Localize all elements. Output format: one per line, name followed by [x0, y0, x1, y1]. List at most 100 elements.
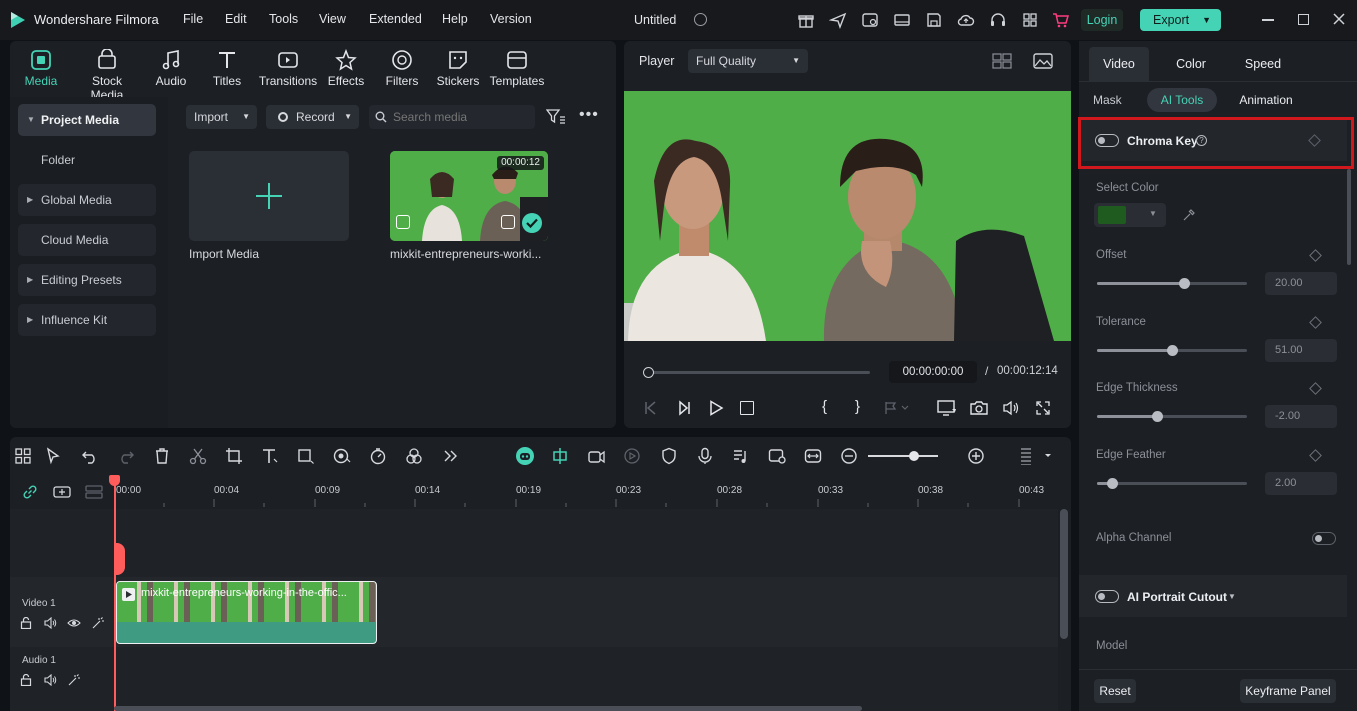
tab-media[interactable]: Media	[10, 41, 72, 93]
edge-thickness-keyframe-icon[interactable]	[1309, 382, 1322, 395]
mark-in-icon[interactable]: {	[822, 398, 827, 415]
zoom-in-icon[interactable]	[967, 447, 985, 465]
snapshot-image-icon[interactable]	[1033, 52, 1053, 70]
volume-icon[interactable]	[1002, 400, 1020, 416]
subtab-mask[interactable]: Mask	[1093, 89, 1133, 111]
edge-feather-keyframe-icon[interactable]	[1309, 449, 1322, 462]
save-icon[interactable]	[925, 11, 943, 29]
offset-slider[interactable]	[1097, 278, 1247, 289]
track-manager-icon[interactable]	[85, 484, 103, 500]
monitor-icon[interactable]	[893, 11, 911, 29]
key-color-picker[interactable]: ▼	[1094, 203, 1166, 227]
cart-icon[interactable]	[1052, 11, 1070, 29]
zoom-out-icon[interactable]	[840, 447, 858, 465]
minimize-icon[interactable]	[1262, 19, 1274, 21]
ai-portrait-cutout-toggle[interactable]	[1095, 590, 1119, 603]
sidebar-item-project-media[interactable]: ▼ Project Media	[18, 104, 156, 136]
render-preview-icon[interactable]	[623, 447, 641, 465]
chroma-key-toggle[interactable]	[1095, 134, 1119, 147]
playhead-knob[interactable]	[643, 367, 654, 378]
ai-assistant-icon[interactable]	[515, 446, 535, 466]
auto-reframe-icon[interactable]	[587, 447, 605, 465]
previous-frame-icon[interactable]	[643, 400, 659, 416]
menu-version[interactable]: Version	[490, 12, 532, 26]
export-button[interactable]: Export ▼	[1140, 9, 1221, 31]
cloud-upload-icon[interactable]	[957, 11, 975, 29]
alpha-channel-toggle[interactable]	[1312, 532, 1336, 545]
sidebar-item-influence-kit[interactable]: ▶ Influence Kit	[18, 304, 156, 336]
import-button[interactable]: Import ▼	[186, 105, 257, 129]
snap-magnet-icon[interactable]	[551, 447, 569, 465]
pip-image-icon[interactable]	[768, 447, 786, 465]
zoom-slider-knob[interactable]	[908, 451, 919, 461]
speed-timer-icon[interactable]	[369, 447, 387, 465]
help-question-icon[interactable]: ?	[1196, 135, 1207, 146]
edge-feather-slider-knob[interactable]	[1107, 478, 1118, 489]
gift-icon[interactable]	[797, 11, 815, 29]
select-pointer-icon[interactable]	[45, 447, 63, 465]
track-effect-wand-icon[interactable]	[92, 617, 104, 629]
offset-value-field[interactable]: 20.00	[1265, 272, 1337, 295]
camera-snapshot-icon[interactable]	[970, 400, 988, 416]
color-circles-icon[interactable]	[405, 447, 423, 465]
tolerance-value-field[interactable]: 51.00	[1265, 339, 1337, 362]
tab-transitions[interactable]: Transitions	[255, 41, 321, 93]
tab-stickers[interactable]: Stickers	[428, 41, 488, 93]
subtab-ai-tools[interactable]: AI Tools	[1147, 88, 1217, 112]
edge-thickness-slider[interactable]	[1097, 411, 1247, 422]
search-box[interactable]	[369, 105, 535, 129]
audio-track-lock-icon[interactable]	[20, 674, 32, 686]
undo-icon[interactable]	[81, 447, 99, 465]
link-icon[interactable]	[22, 484, 38, 500]
fullscreen-icon[interactable]	[1035, 400, 1051, 416]
playhead-handle[interactable]	[109, 475, 120, 486]
sidebar-item-cloud-media[interactable]: Cloud Media	[18, 224, 156, 256]
play-icon[interactable]	[708, 400, 724, 416]
tab-titles[interactable]: Titles	[196, 41, 258, 93]
track-height-icon[interactable]	[1017, 447, 1051, 465]
marker-flag-icon[interactable]	[884, 401, 912, 415]
tolerance-slider-knob[interactable]	[1167, 345, 1178, 356]
track-mute-icon[interactable]	[44, 617, 57, 629]
tab-templates[interactable]: Templates	[485, 41, 549, 93]
shield-mask-icon[interactable]	[660, 447, 678, 465]
keyframe-panel-button[interactable]: Keyframe Panel	[1240, 679, 1336, 703]
video-clip[interactable]: mixkit-entrepreneurs-working-in-the-offi…	[116, 581, 377, 644]
shape-icon[interactable]	[297, 447, 315, 465]
headset-icon[interactable]	[989, 11, 1007, 29]
tolerance-slider[interactable]	[1097, 345, 1247, 356]
offset-slider-knob[interactable]	[1179, 278, 1190, 289]
menu-tools[interactable]: Tools	[269, 12, 298, 26]
sidebar-item-folder[interactable]: Folder	[18, 144, 156, 176]
display-settings-icon[interactable]	[937, 400, 957, 416]
audio-track-mute-icon[interactable]	[44, 674, 57, 686]
right-panel-scrollbar[interactable]	[1347, 169, 1351, 265]
tab-video[interactable]: Video	[1089, 47, 1149, 81]
menu-extended[interactable]: Extended	[369, 12, 422, 26]
zoom-slider[interactable]	[868, 451, 938, 461]
media-clip-thumbnail[interactable]: 00:00:12	[390, 151, 548, 241]
playhead-marker-tab[interactable]	[114, 543, 125, 575]
crop-icon[interactable]	[225, 447, 243, 465]
delete-trash-icon[interactable]	[153, 447, 171, 465]
tab-filters[interactable]: Filters	[372, 41, 432, 93]
tab-audio[interactable]: Audio	[140, 41, 202, 93]
tolerance-keyframe-icon[interactable]	[1309, 316, 1322, 329]
filter-sort-icon[interactable]	[546, 108, 566, 126]
edge-feather-value-field[interactable]: 2.00	[1265, 472, 1337, 495]
menu-view[interactable]: View	[319, 12, 346, 26]
tab-stock-media[interactable]: Stock Media	[74, 41, 140, 102]
tab-speed[interactable]: Speed	[1229, 47, 1297, 81]
mark-out-icon[interactable]: }	[855, 398, 860, 415]
audio-track-effect-icon[interactable]	[68, 674, 80, 686]
playhead-line[interactable]	[114, 477, 116, 711]
next-frame-icon[interactable]	[676, 400, 692, 416]
sidebar-item-editing-presets[interactable]: ▶ Editing Presets	[18, 264, 156, 296]
record-button[interactable]: Record ▼	[266, 105, 359, 129]
track-lock-icon[interactable]	[20, 617, 32, 629]
quality-dropdown[interactable]: Full Quality ▼	[688, 49, 808, 73]
fit-timeline-icon[interactable]	[804, 447, 822, 465]
color-match-icon[interactable]	[333, 447, 351, 465]
sidebar-item-global-media[interactable]: ▶ Global Media	[18, 184, 156, 216]
edge-thickness-value-field[interactable]: -2.00	[1265, 405, 1337, 428]
